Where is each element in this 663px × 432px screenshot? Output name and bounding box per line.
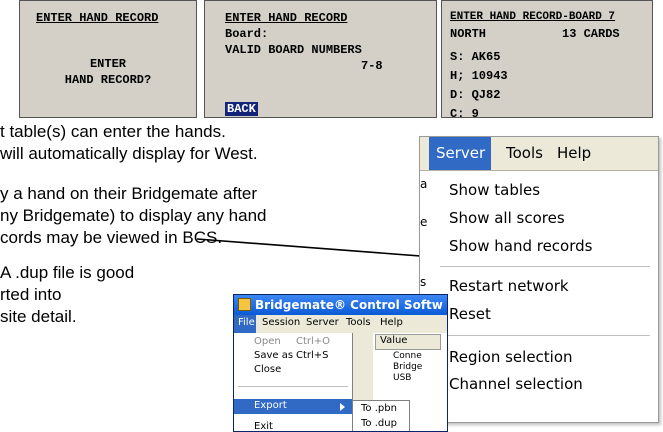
- edge-fragment: a: [420, 177, 428, 191]
- file-menu-save-shortcut: Ctrl+S: [296, 350, 329, 361]
- submenu-arrow-icon: [340, 403, 345, 411]
- menu-item-channel-selection[interactable]: Channel selection: [449, 375, 583, 393]
- value-item: USB: [393, 373, 412, 383]
- file-menu-open-shortcut: Ctrl+O: [296, 336, 331, 347]
- bcs-window-screenshot: Bridgemate® Control Softw File Session S…: [233, 294, 448, 432]
- file-menu-open[interactable]: Open: [254, 336, 281, 347]
- menu-bar: Server Tools Help: [420, 137, 658, 171]
- bcs-export-submenu: To .pbn To .dup: [352, 400, 410, 431]
- export-to-dup[interactable]: To .dup: [361, 418, 397, 429]
- value-column-header: Value: [375, 334, 441, 350]
- file-menu-save-as[interactable]: Save as: [254, 350, 293, 361]
- value-item: Bridge: [393, 362, 423, 372]
- menu-item-show-tables[interactable]: Show tables: [449, 181, 540, 199]
- bridgemate-logo-icon: [238, 298, 251, 311]
- menu-item-show-hand-records[interactable]: Show hand records: [449, 237, 592, 255]
- bcs-menu-server[interactable]: Server: [306, 317, 339, 328]
- menu-item-region-selection[interactable]: Region selection: [449, 348, 573, 366]
- menu-item-reset[interactable]: Reset: [449, 305, 491, 323]
- file-menu-export[interactable]: Export: [254, 400, 287, 411]
- menu-help[interactable]: Help: [557, 144, 591, 162]
- edge-fragment: s: [420, 275, 427, 289]
- bcs-menu-help[interactable]: Help: [380, 317, 403, 328]
- edge-fragment: e: [420, 215, 428, 229]
- bcs-menu-session[interactable]: Session: [262, 317, 300, 328]
- file-menu-export-highlight: [234, 399, 352, 414]
- bcs-menu-bar: File Session Server Tools Help: [234, 315, 447, 333]
- file-menu-separator: [238, 386, 348, 387]
- server-menu-screenshot: Server Tools Help a e s ci or Show table…: [419, 136, 659, 423]
- menu-server[interactable]: Server: [436, 144, 485, 162]
- bcs-menu-file[interactable]: File: [238, 317, 255, 328]
- bcs-file-menu: Open Ctrl+O Save as Ctrl+S Close Export …: [234, 333, 353, 431]
- bcs-menu-tools[interactable]: Tools: [346, 317, 371, 328]
- menu-separator-highlight: [440, 336, 650, 337]
- menu-item-show-all-scores[interactable]: Show all scores: [449, 209, 565, 227]
- menu-tools[interactable]: Tools: [506, 144, 543, 162]
- export-to-pbn[interactable]: To .pbn: [361, 403, 397, 414]
- value-item: Conne: [393, 351, 422, 361]
- menu-separator-highlight: [440, 267, 650, 268]
- bcs-title-bar: Bridgemate® Control Softw: [234, 295, 447, 315]
- menu-item-restart-network[interactable]: Restart network: [449, 277, 569, 295]
- file-menu-close[interactable]: Close: [254, 364, 281, 375]
- file-menu-exit[interactable]: Exit: [254, 421, 273, 431]
- bcs-title: Bridgemate® Control Softw: [255, 298, 443, 312]
